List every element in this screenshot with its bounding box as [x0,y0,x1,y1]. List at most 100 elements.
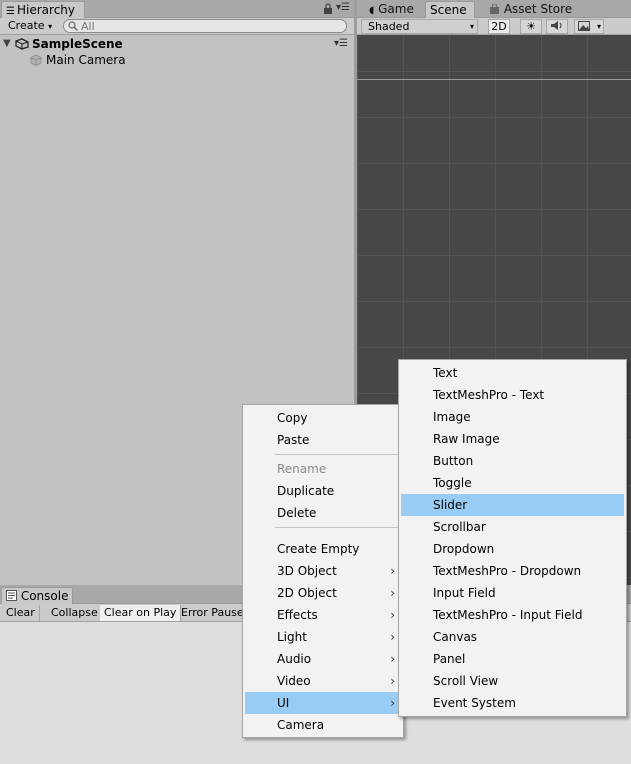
menu-separator [275,454,399,455]
search-icon [67,20,79,32]
scene-tab-bar: ◖ Game Scene Asset Store [357,0,631,18]
submenu-item-event-system[interactable]: Event System [401,692,624,714]
submenu-item-label: Canvas [433,630,478,644]
menu-item-duplicate[interactable]: Duplicate [245,480,401,502]
hierarchy-search[interactable] [63,19,347,33]
menu-item-effects[interactable]: Effects › [245,604,401,626]
menu-item-label: Create Empty [277,542,360,556]
menu-item-paste[interactable]: Paste [245,429,401,451]
tab-game[interactable]: ◖ Game [365,1,418,18]
pacman-icon: ◖ [369,5,375,16]
shopping-bag-icon [489,2,500,14]
submenu-item-panel[interactable]: Panel [401,648,624,670]
chevron-right-icon: › [390,652,395,666]
menu-item-rename: Rename [245,458,401,480]
dropdown-arrow-icon: ▾ [596,22,601,31]
scene-menu-icon[interactable]: ▾☰ [334,36,348,52]
console-error-pause-button[interactable]: Error Pause [177,605,249,621]
menu-item-label: UI [277,696,290,710]
tab-hierarchy-label: Hierarchy [17,3,76,17]
submenu-item-scroll-view[interactable]: Scroll View [401,670,624,692]
console-collapse-label: Collapse [51,606,98,619]
submenu-item-image[interactable]: Image [401,406,624,428]
submenu-item-input-field[interactable]: Input Field [401,582,624,604]
chevron-right-icon: › [390,696,395,710]
menu-item-create-empty[interactable]: Create Empty [245,538,401,560]
console-clear-button[interactable]: Clear [2,605,40,621]
console-collapse-button[interactable]: Collapse [47,605,103,621]
effects-dropdown[interactable]: ▾ [574,19,604,34]
submenu-item-label: TextMeshPro - Text [433,388,545,402]
hierarchy-item-label: Main Camera [46,53,126,67]
submenu-item-label: Slider [433,498,468,512]
foldout-arrow-icon[interactable]: ▼ [3,36,11,52]
speaker-icon [550,20,564,31]
submenu-item-textmeshpro-dropdown[interactable]: TextMeshPro - Dropdown [401,560,624,582]
image-icon [578,21,590,31]
lock-icon[interactable] [323,3,333,15]
menu-item-2d-object[interactable]: 2D Object › [245,582,401,604]
shading-mode-dropdown[interactable]: Shaded ▾ [361,19,478,34]
menu-item-label: 3D Object [277,564,337,578]
submenu-item-scrollbar[interactable]: Scrollbar [401,516,624,538]
menu-item-delete[interactable]: Delete [245,502,401,524]
menu-item-ui[interactable]: UI › [245,692,401,714]
scene-name: SampleScene [32,37,123,51]
menu-item-label: Copy [277,411,308,425]
submenu-item-slider[interactable]: Slider [401,494,624,516]
sun-icon: ☀ [526,20,536,33]
menu-item-label: Audio [277,652,312,666]
ui-submenu: Text TextMeshPro - Text Image Raw Image … [398,359,627,717]
chevron-right-icon: › [390,630,395,644]
toggle-2d-label: 2D [491,20,507,33]
audio-toggle[interactable] [546,19,568,34]
menu-item-video[interactable]: Video › [245,670,401,692]
search-input[interactable] [81,20,331,32]
chevron-right-icon: › [390,608,395,622]
submenu-item-label: Scrollbar [433,520,486,534]
create-button[interactable]: Create ▾ [4,19,56,34]
submenu-item-label: Input Field [433,586,496,600]
tab-scene[interactable]: Scene [425,1,475,18]
submenu-item-button[interactable]: Button [401,450,624,472]
submenu-item-label: TextMeshPro - Input Field [433,608,583,622]
submenu-item-label: Event System [433,696,516,710]
submenu-item-label: Toggle [433,476,472,490]
console-clear-label: Clear [6,606,35,619]
scene-row[interactable]: ▼ SampleScene ▾☰ [0,36,354,52]
menu-item-light[interactable]: Light › [245,626,401,648]
menu-item-3d-object[interactable]: 3D Object › [245,560,401,582]
menu-item-audio[interactable]: Audio › [245,648,401,670]
submenu-item-canvas[interactable]: Canvas [401,626,624,648]
toggle-2d-button[interactable]: 2D [488,19,510,34]
dropdown-arrow-icon: ▾ [469,22,474,31]
tab-console[interactable]: Console [1,587,73,604]
submenu-item-raw-image[interactable]: Raw Image [401,428,624,450]
tab-asset-store[interactable]: Asset Store [485,1,576,18]
console-error-pause-label: Error Pause [181,606,244,619]
submenu-item-label: Dropdown [433,542,495,556]
console-clear-on-play-button[interactable]: Clear on Play [100,605,182,621]
menu-item-label: Paste [277,433,310,447]
dropdown-arrow-icon: ▾ [48,22,53,31]
chevron-right-icon: › [390,564,395,578]
submenu-item-toggle[interactable]: Toggle [401,472,624,494]
submenu-item-textmeshpro-input-field[interactable]: TextMeshPro - Input Field [401,604,624,626]
submenu-item-textmeshpro-text[interactable]: TextMeshPro - Text [401,384,624,406]
hierarchy-toolbar: Create ▾ [0,18,354,35]
submenu-item-text[interactable]: Text [401,362,624,384]
tab-hierarchy[interactable]: ☰ Hierarchy [1,1,85,18]
menu-item-camera[interactable]: Camera [245,714,401,736]
menu-item-label: Light [277,630,307,644]
submenu-item-label: Text [433,366,458,380]
lighting-toggle[interactable]: ☀ [520,19,542,34]
tab-scene-label: Scene [430,3,467,17]
menu-item-label: Effects [277,608,318,622]
hierarchy-item[interactable]: Main Camera [0,52,354,68]
panel-menu-icon[interactable]: ▾☰ [336,2,350,13]
menu-item-label: Duplicate [277,484,335,498]
tab-asset-store-label: Asset Store [503,2,573,16]
submenu-item-dropdown[interactable]: Dropdown [401,538,624,560]
menu-item-copy[interactable]: Copy [245,407,401,429]
console-clear-on-play-label: Clear on Play [104,606,177,619]
